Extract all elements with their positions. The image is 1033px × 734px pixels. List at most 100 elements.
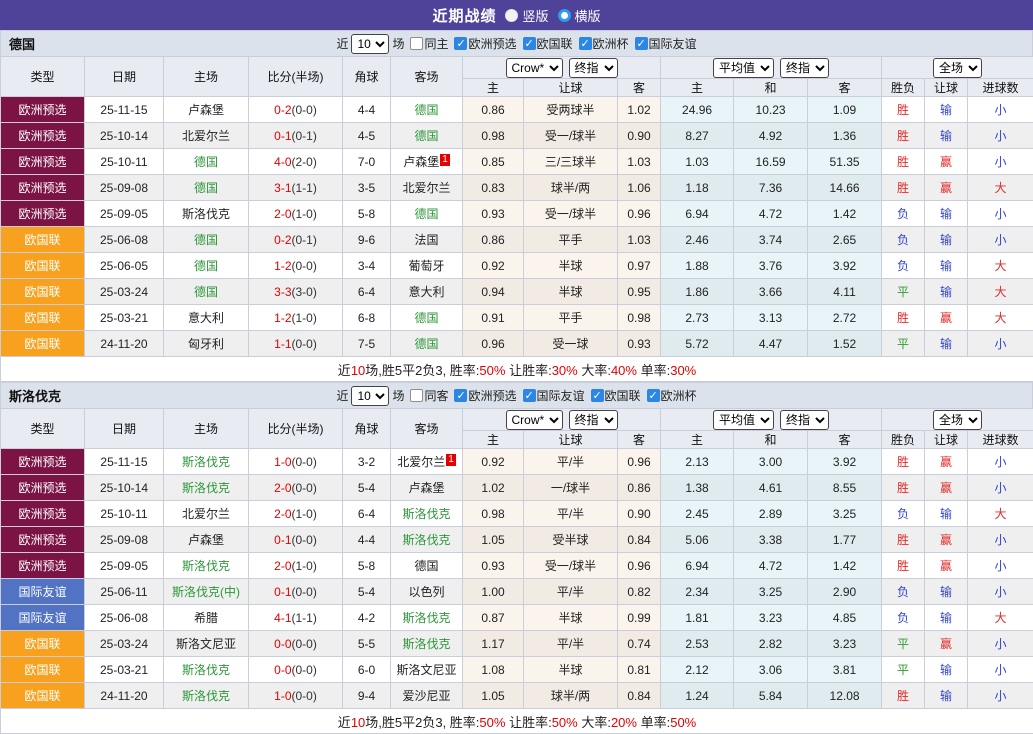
match-row: 欧洲预选 25-09-08 卢森堡 0-1(0-0) 4-4 斯洛伐克 1.05…	[1, 527, 1033, 553]
match-row: 欧国联 25-03-21 意大利 1-2(1-0) 6-8 德国 0.91 平手…	[1, 305, 1033, 331]
result-win-draw-loss: 负	[882, 579, 925, 605]
avg-draw-odds: 2.82	[734, 631, 808, 657]
radio-unselected-icon[interactable]	[558, 9, 571, 22]
league-filter-checkbox[interactable]: 欧洲预选	[454, 35, 516, 52]
layout-option-vertical[interactable]: 竖版	[505, 6, 548, 25]
odds-source-select[interactable]: 平均值	[713, 410, 774, 430]
summary-row: 近10场,胜5平2负3, 胜率:50% 让胜率:30% 大率:40% 单率:30…	[1, 357, 1033, 382]
league-filter-checkbox[interactable]: 欧洲杯	[647, 387, 697, 404]
handicap-home-odds: 0.83	[463, 175, 524, 201]
summary-segment: 让胜率:	[505, 715, 551, 730]
col-header-away: 客场	[391, 409, 463, 449]
result-goals: 小	[968, 123, 1033, 149]
corner-count: 4-2	[343, 605, 391, 631]
match-count-select[interactable]: 10	[351, 386, 389, 406]
match-row: 欧洲预选 25-11-15 卢森堡 0-2(0-0) 4-4 德国 0.86 受…	[1, 97, 1033, 123]
away-team: 北爱尔兰	[397, 455, 445, 469]
corner-count: 6-4	[343, 279, 391, 305]
league-filter-checkbox[interactable]: 欧洲预选	[454, 387, 516, 404]
league-filter-checkbox[interactable]: 国际友谊	[523, 387, 585, 404]
summary-segment: 近	[338, 363, 351, 378]
bookmaker-select[interactable]: Crow*	[506, 410, 563, 430]
handicap-home-odds: 0.93	[463, 201, 524, 227]
handicap-away-odds: 0.84	[618, 527, 661, 553]
checkbox-checked-icon	[647, 389, 660, 402]
avg-home-odds: 5.72	[661, 331, 734, 357]
away-team: 北爱尔兰	[402, 181, 450, 195]
handicap-line: 平/半	[524, 501, 618, 527]
avg-draw-odds: 3.25	[734, 579, 808, 605]
avg-draw-odds: 3.66	[734, 279, 808, 305]
subcol-handicap-away: 客	[618, 79, 661, 97]
match-row: 欧洲预选 25-09-05 斯洛伐克 2-0(1-0) 5-8 德国 0.93 …	[1, 201, 1033, 227]
scope-select[interactable]: 全场	[933, 410, 982, 430]
full-time-score: 3-1	[274, 181, 291, 195]
odds-stage-select[interactable]: 终指	[780, 58, 829, 78]
checkbox-checked-icon	[635, 37, 648, 50]
avg-home-odds: 1.88	[661, 253, 734, 279]
away-team: 德国	[414, 311, 438, 325]
odds-stage-select[interactable]: 终指	[569, 410, 618, 430]
avg-away-odds: 3.92	[808, 449, 882, 475]
result-goals: 小	[968, 631, 1033, 657]
odds-source-select[interactable]: 平均值	[713, 58, 774, 78]
col-header-date: 日期	[85, 57, 164, 97]
result-goals: 大	[968, 305, 1033, 331]
league-filter-checkbox[interactable]: 国际友谊	[635, 35, 697, 52]
result-handicap: 输	[925, 605, 968, 631]
full-time-score: 0-1	[274, 585, 291, 599]
league-filter-checkbox[interactable]: 欧国联	[523, 35, 573, 52]
match-type-badge: 欧国联	[1, 279, 85, 305]
corner-count: 6-0	[343, 657, 391, 683]
subcol-result-handicap: 让球	[925, 79, 968, 97]
col-header-corner: 角球	[343, 57, 391, 97]
bookmaker-select[interactable]: Crow*	[506, 58, 563, 78]
match-type-badge: 欧洲预选	[1, 501, 85, 527]
handicap-odds-group-header: Crow* 终指	[463, 57, 661, 79]
odds-stage-select[interactable]: 终指	[780, 410, 829, 430]
same-venue-checkbox[interactable]: 同客	[410, 387, 448, 404]
away-team: 斯洛伐克	[402, 637, 450, 651]
full-time-score: 4-1	[274, 611, 291, 625]
handicap-home-odds: 0.96	[463, 331, 524, 357]
home-team: 卢森堡	[188, 533, 224, 547]
league-filter-checkbox[interactable]: 欧国联	[591, 387, 641, 404]
handicap-home-odds: 1.08	[463, 657, 524, 683]
match-date: 25-10-11	[85, 501, 164, 527]
match-date: 25-10-11	[85, 149, 164, 175]
match-row: 欧国联 24-11-20 斯洛伐克 1-0(0-0) 9-4 爱沙尼亚 1.05…	[1, 683, 1033, 709]
corner-count: 7-5	[343, 331, 391, 357]
results-table: 类型 日期 主场 比分(半场) 角球 客场 Crow* 终指 平均值	[0, 408, 1033, 734]
match-type-badge: 欧国联	[1, 683, 85, 709]
match-type-badge: 欧洲预选	[1, 149, 85, 175]
league-filter-checkbox[interactable]: 欧洲杯	[579, 35, 629, 52]
half-time-score: (0-0)	[292, 663, 317, 677]
handicap-home-odds: 0.86	[463, 227, 524, 253]
result-goals: 小	[968, 683, 1033, 709]
away-team: 斯洛伐克	[402, 611, 450, 625]
home-team: 意大利	[188, 311, 224, 325]
col-header-type: 类型	[1, 409, 85, 449]
match-count-select[interactable]: 10	[351, 34, 389, 54]
handicap-home-odds: 0.94	[463, 279, 524, 305]
match-date: 25-09-08	[85, 527, 164, 553]
same-venue-checkbox[interactable]: 同主	[410, 35, 448, 52]
avg-home-odds: 2.46	[661, 227, 734, 253]
avg-away-odds: 1.42	[808, 553, 882, 579]
team-section: 德国 近 10 场 同主 欧洲预选欧国联欧洲杯国际友谊 类型	[0, 30, 1033, 382]
avg-away-odds: 51.35	[808, 149, 882, 175]
radio-selected-icon[interactable]	[505, 9, 518, 22]
results-table: 类型 日期 主场 比分(半场) 角球 客场 Crow* 终指 平均值	[0, 56, 1033, 382]
odds-stage-select[interactable]: 终指	[569, 58, 618, 78]
half-time-score: (2-0)	[292, 155, 317, 169]
result-handicap: 赢	[925, 475, 968, 501]
scope-select[interactable]: 全场	[933, 58, 982, 78]
result-win-draw-loss: 胜	[882, 305, 925, 331]
handicap-away-odds: 0.96	[618, 449, 661, 475]
handicap-away-odds: 0.96	[618, 553, 661, 579]
summary-segment: 10	[351, 715, 365, 730]
summary-segment: 30%	[552, 363, 578, 378]
layout-option-horizontal[interactable]: 横版	[558, 6, 601, 25]
half-time-score: (1-1)	[292, 611, 317, 625]
red-card-badge: 1	[440, 154, 450, 166]
